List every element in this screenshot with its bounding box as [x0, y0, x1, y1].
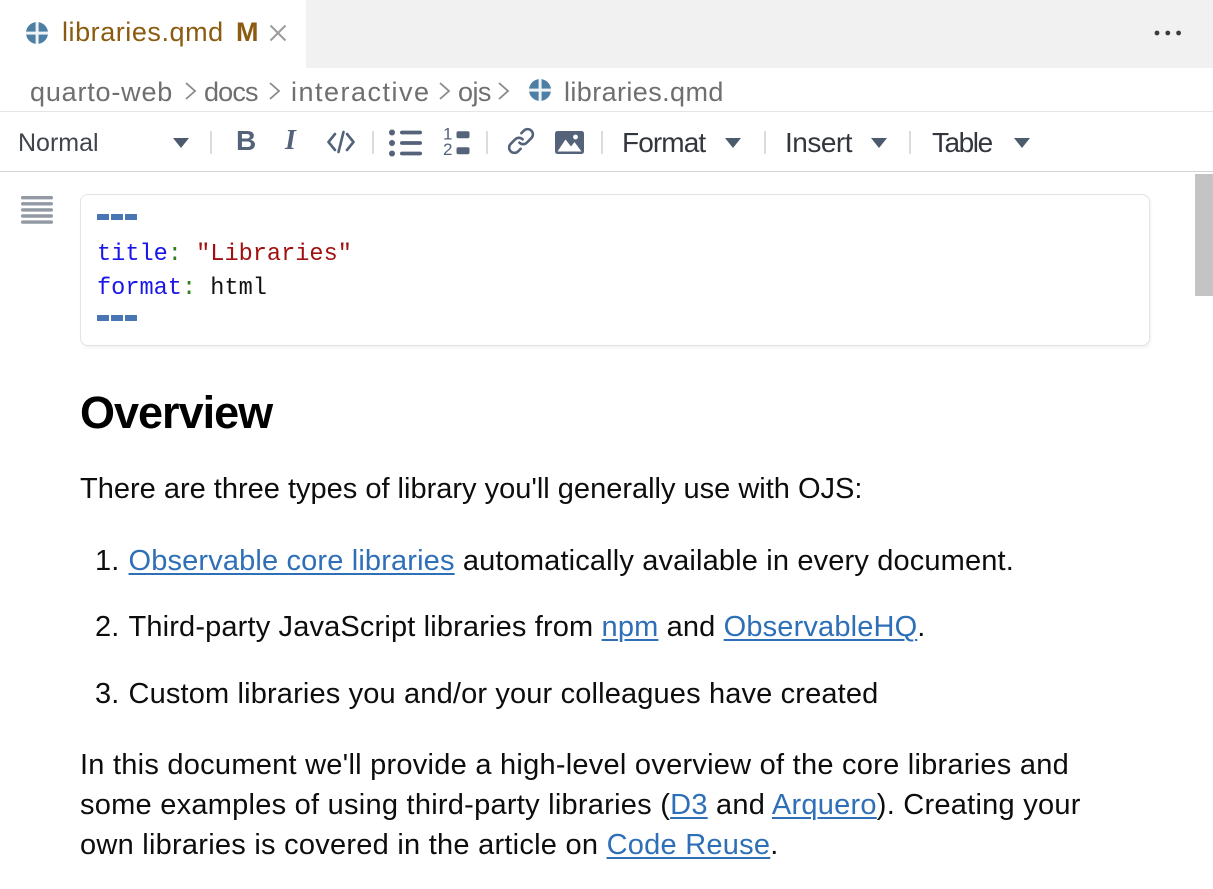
svg-text:2: 2	[443, 140, 452, 157]
